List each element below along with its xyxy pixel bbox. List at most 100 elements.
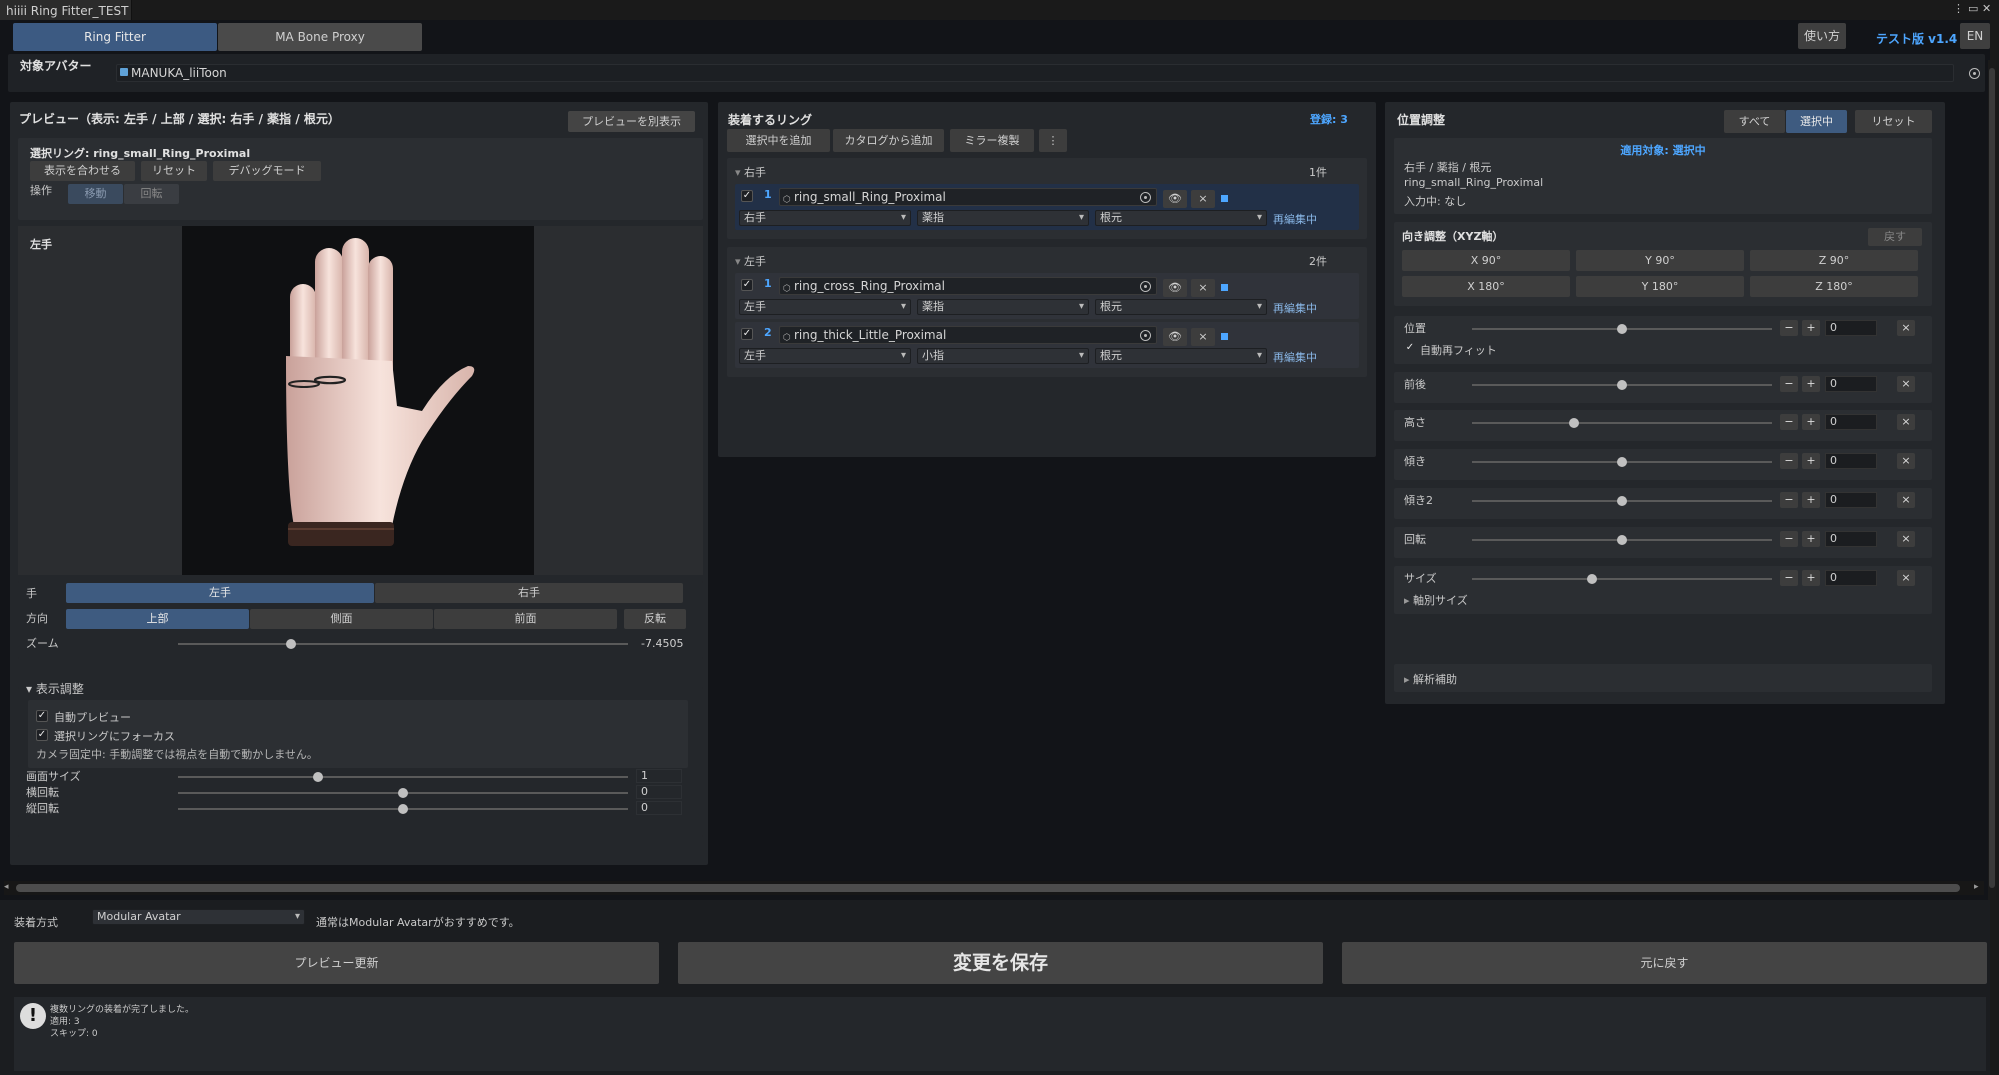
ring-visibility-button[interactable]: 👁 (1163, 328, 1187, 346)
rotate-button[interactable]: 回転 (124, 184, 179, 204)
language-button[interactable]: EN (1960, 23, 1990, 49)
position-slider-value[interactable]: 0 (1825, 320, 1877, 336)
decrement-button[interactable]: − (1780, 376, 1798, 392)
ring-position-dropdown[interactable]: 根元 (1095, 210, 1267, 226)
preview-slider-track[interactable] (178, 804, 628, 814)
avatar-target-icon[interactable] (1969, 68, 1980, 79)
more-menu-button[interactable]: ⋮ (1039, 129, 1067, 152)
position-slider-knob[interactable] (1569, 418, 1579, 428)
dir-top-button[interactable]: 上部 (66, 609, 249, 629)
scroll-left-icon[interactable]: ◂ (4, 882, 9, 892)
ring-enabled-checkbox[interactable]: ✓ (741, 328, 753, 340)
method-dropdown[interactable]: Modular Avatar (92, 909, 305, 925)
orient-button[interactable]: X 90° (1402, 250, 1570, 271)
save-changes-button[interactable]: 変更を保存 (678, 942, 1323, 984)
preview-slider-value[interactable]: 1 (636, 769, 682, 783)
vertical-scroll-thumb[interactable] (1989, 68, 1995, 888)
tab-ring-fitter[interactable]: Ring Fitter (13, 23, 217, 51)
position-slider-knob[interactable] (1617, 535, 1627, 545)
ring-finger-dropdown[interactable]: 薬指 (917, 299, 1089, 315)
display-adjust-toggle[interactable]: ▾ 表示調整 (26, 680, 84, 697)
increment-button[interactable]: + (1802, 570, 1820, 586)
fit-view-button[interactable]: 表示を合わせる (30, 161, 135, 181)
orient-button[interactable]: Z 90° (1750, 250, 1918, 271)
ring-object-field[interactable]: ⬡ ring_cross_Ring_Proximal (779, 277, 1157, 295)
ring-group-header[interactable]: ▾ 左手 (735, 253, 766, 269)
add-selected-button[interactable]: 選択中を追加 (727, 129, 830, 152)
position-reset-button[interactable]: リセット (1855, 110, 1932, 133)
ring-item[interactable]: ✓ 1 ⬡ring_small_Ring_Proximal 👁× 右手薬指根元再編集中 (735, 184, 1359, 230)
ring-hand-dropdown[interactable]: 右手 (739, 210, 911, 226)
preview-slider-knob[interactable] (398, 804, 408, 814)
clear-button[interactable]: × (1897, 570, 1915, 586)
zoom-value[interactable]: -7.4505 (636, 636, 688, 652)
clear-button[interactable]: × (1897, 376, 1915, 392)
popout-preview-button[interactable]: プレビューを別表示 (568, 111, 695, 132)
increment-button[interactable]: + (1802, 376, 1820, 392)
increment-button[interactable]: + (1802, 320, 1820, 336)
decrement-button[interactable]: − (1780, 453, 1798, 469)
avatar-field[interactable]: MANUKA_liiToon (116, 64, 1954, 82)
tab-ma-bone-proxy[interactable]: MA Bone Proxy (218, 23, 422, 51)
debug-mode-button[interactable]: デバッグモード (213, 161, 321, 181)
apply-all-button[interactable]: すべて (1724, 110, 1785, 133)
ring-finger-dropdown[interactable]: 薬指 (917, 210, 1089, 226)
ring-remove-button[interactable]: × (1191, 279, 1215, 297)
dir-side-button[interactable]: 側面 (250, 609, 433, 629)
position-slider-value[interactable]: 0 (1825, 453, 1877, 469)
orient-button[interactable]: Y 90° (1576, 250, 1744, 271)
move-button[interactable]: 移動 (68, 184, 123, 204)
decrement-button[interactable]: − (1780, 570, 1798, 586)
preview-update-button[interactable]: プレビュー更新 (14, 942, 659, 984)
increment-button[interactable]: + (1802, 492, 1820, 508)
position-slider-track[interactable] (1472, 380, 1772, 390)
position-slider-value[interactable]: 0 (1825, 492, 1877, 508)
ring-hand-dropdown[interactable]: 左手 (739, 348, 911, 364)
ring-remove-button[interactable]: × (1191, 328, 1215, 346)
preview-slider-track[interactable] (178, 772, 628, 782)
hand-left-button[interactable]: 左手 (66, 583, 374, 603)
orient-button[interactable]: Z 180° (1750, 276, 1918, 297)
position-slider-track[interactable] (1472, 535, 1772, 545)
position-slider-knob[interactable] (1587, 574, 1597, 584)
preview-slider-knob[interactable] (312, 772, 323, 782)
preview-slider-value[interactable]: 0 (636, 785, 682, 799)
auto-preview-checkbox[interactable]: ✓ (36, 710, 48, 722)
clear-button[interactable]: × (1897, 531, 1915, 547)
usage-button[interactable]: 使い方 (1798, 23, 1846, 49)
ring-target-icon[interactable] (1140, 192, 1151, 203)
focus-ring-checkbox[interactable]: ✓ (36, 729, 48, 741)
horizontal-scroll-thumb[interactable] (16, 884, 1960, 892)
close-icon[interactable]: ✕ (1982, 2, 1991, 15)
ring-item[interactable]: ✓ 2 ⬡ring_thick_Little_Proximal 👁× 左手小指根元再編集… (735, 322, 1359, 368)
position-slider-track[interactable] (1472, 574, 1772, 584)
reset-view-button[interactable]: リセット (141, 161, 207, 181)
clear-button[interactable]: × (1897, 453, 1915, 469)
hand-right-button[interactable]: 右手 (375, 583, 683, 603)
maximize-icon[interactable]: ▭ (1968, 2, 1978, 15)
decrement-button[interactable]: − (1780, 414, 1798, 430)
scroll-right-icon[interactable]: ▸ (1974, 882, 1979, 892)
analysis-toggle[interactable]: ▸ 解析補助 (1404, 671, 1457, 687)
ring-enabled-checkbox[interactable]: ✓ (741, 190, 753, 202)
ring-hand-dropdown[interactable]: 左手 (739, 299, 911, 315)
position-slider-value[interactable]: 0 (1825, 376, 1877, 392)
render-area[interactable] (182, 226, 534, 575)
add-catalog-button[interactable]: カタログから追加 (833, 129, 944, 152)
increment-button[interactable]: + (1802, 531, 1820, 547)
orient-back-button[interactable]: 戻す (1868, 228, 1922, 246)
position-slider-value[interactable]: 0 (1825, 531, 1877, 547)
ring-visibility-button[interactable]: 👁 (1163, 190, 1187, 208)
auto-refit-checkbox[interactable]: ✓ (1404, 343, 1416, 355)
decrement-button[interactable]: − (1780, 531, 1798, 547)
ring-finger-dropdown[interactable]: 小指 (917, 348, 1089, 364)
increment-button[interactable]: + (1802, 414, 1820, 430)
ring-enabled-checkbox[interactable]: ✓ (741, 279, 753, 291)
position-slider-knob[interactable] (1617, 324, 1627, 334)
horizontal-scrollbar[interactable]: ◂ ▸ (4, 881, 1984, 895)
dir-front-button[interactable]: 前面 (434, 609, 617, 629)
preview-slider-track[interactable] (178, 788, 628, 798)
ring-remove-button[interactable]: × (1191, 190, 1215, 208)
window-tab[interactable]: hiiii Ring Fitter_TEST (0, 0, 132, 20)
position-slider-track[interactable] (1472, 418, 1772, 428)
